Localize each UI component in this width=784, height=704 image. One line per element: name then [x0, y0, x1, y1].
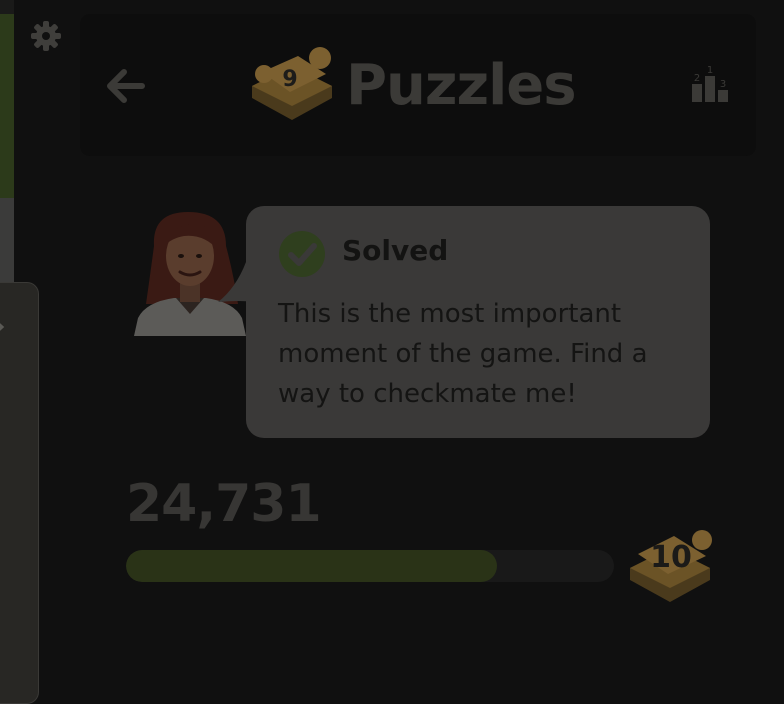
gear-icon[interactable]: [28, 18, 64, 54]
left-strip-accent: [0, 14, 14, 198]
leaderboard-podium-icon[interactable]: 2 1 3: [688, 62, 732, 106]
page-title-group: 9 Puzzles: [248, 44, 577, 128]
arrow-left-icon[interactable]: [104, 64, 148, 108]
next-level-number: 10: [650, 540, 692, 575]
left-strip-lower: [0, 198, 14, 282]
puzzle-count: 9: [282, 67, 298, 92]
puzzle-status: Solved: [342, 234, 449, 267]
speech-bubble-tail: [218, 262, 254, 302]
page-title: Puzzles: [346, 53, 577, 118]
rating-progress-fill: [126, 550, 497, 582]
leaderboard-rank-1: 1: [707, 65, 713, 76]
next-level-badge: 10: [626, 524, 716, 608]
check-circle-icon: [279, 231, 325, 277]
puzzle-count-badge: 9: [248, 44, 340, 128]
leaderboard-rank-2: 2: [694, 73, 700, 84]
leaderboard-rank-3: 3: [720, 79, 726, 90]
side-panel: [0, 282, 39, 704]
puzzle-rating: 24,731: [126, 474, 322, 534]
coach-message: This is the most important moment of the…: [278, 299, 648, 409]
close-icon[interactable]: [0, 312, 8, 342]
rating-progress-bar: [126, 550, 614, 582]
